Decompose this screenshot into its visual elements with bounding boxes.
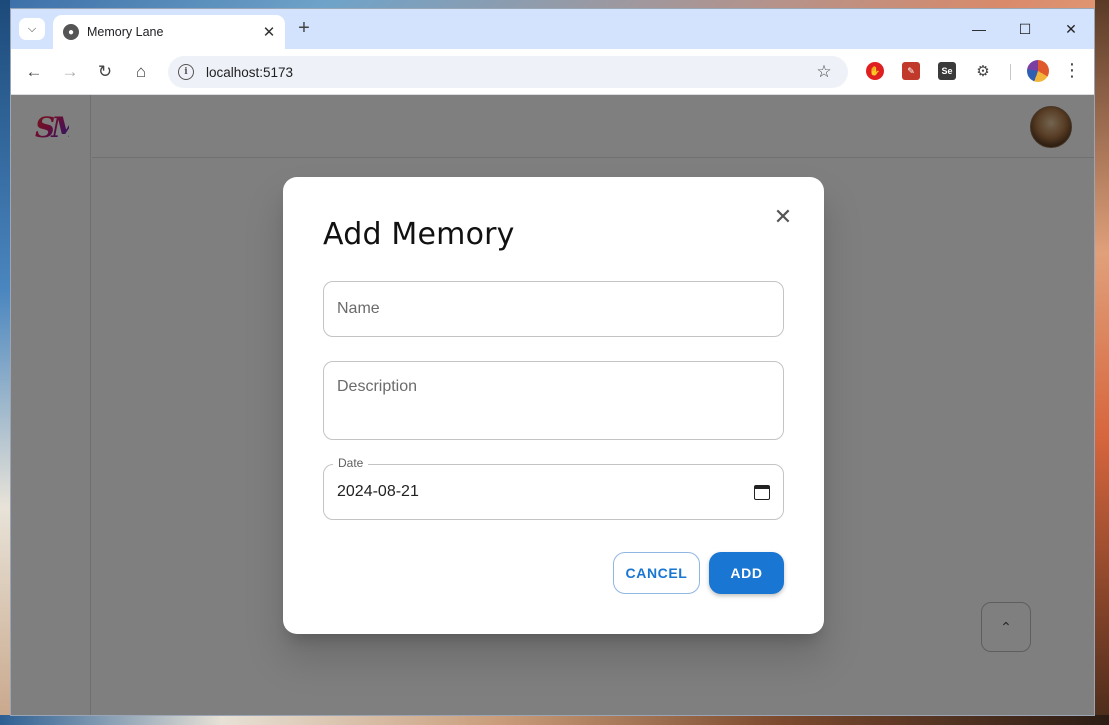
description-field[interactable] xyxy=(323,361,784,440)
clipper-icon[interactable]: ✎ xyxy=(902,62,920,80)
add-memory-dialog: ✕ Add Memory Date 2024-08-21 CANCEL ADD xyxy=(283,177,824,634)
add-button[interactable]: ADD xyxy=(709,552,784,594)
more-menu-icon[interactable]: ⋮ xyxy=(1061,60,1083,84)
back-arrow-icon[interactable]: ← xyxy=(22,60,46,84)
tab-strip: ⌵ ● Memory Lane ✕ + — ☐ ✕ xyxy=(11,9,1094,49)
dialog-actions: CANCEL ADD xyxy=(613,552,784,594)
desktop-wallpaper-right xyxy=(1095,0,1109,725)
description-input[interactable] xyxy=(337,378,770,414)
page-viewport: SM ⌃ ✕ Add Memory Date 2024-08-21 xyxy=(11,95,1094,715)
maximize-icon[interactable]: ☐ xyxy=(1002,9,1048,49)
close-window-icon[interactable]: ✕ xyxy=(1048,9,1094,49)
adblock-icon[interactable]: ✋ xyxy=(866,62,884,80)
puzzle-icon[interactable]: ⚙ xyxy=(974,62,992,80)
close-tab-icon[interactable]: ✕ xyxy=(259,23,279,41)
name-input[interactable] xyxy=(337,300,770,318)
minimize-icon[interactable]: — xyxy=(956,9,1002,49)
home-icon[interactable]: ⌂ xyxy=(129,60,153,84)
forward-arrow-icon[interactable]: → xyxy=(58,60,82,84)
cancel-button[interactable]: CANCEL xyxy=(613,552,700,594)
window-controls: — ☐ ✕ xyxy=(956,9,1094,49)
tab-memory-lane[interactable]: ● Memory Lane ✕ xyxy=(53,15,285,49)
profile-avatar[interactable] xyxy=(1027,60,1049,82)
selenium-icon[interactable]: Se xyxy=(938,62,956,80)
dialog-title: Add Memory xyxy=(323,217,515,252)
desktop-wallpaper-left xyxy=(0,0,10,725)
calendar-icon[interactable] xyxy=(754,484,770,500)
globe-icon: ● xyxy=(63,24,79,40)
close-icon[interactable]: ✕ xyxy=(771,204,795,229)
toolbar-divider xyxy=(1010,64,1011,80)
new-tab-button[interactable]: + xyxy=(293,18,315,40)
browser-window: ⌵ ● Memory Lane ✕ + — ☐ ✕ ← → ↻ ⌂ i loca… xyxy=(10,8,1095,716)
browser-toolbar: ← → ↻ ⌂ i localhost:5173 ☆ ✋ ✎ Se ⚙ ⋮ xyxy=(11,49,1094,95)
reload-icon[interactable]: ↻ xyxy=(93,60,117,84)
date-input[interactable]: 2024-08-21 xyxy=(337,483,754,501)
date-field[interactable]: Date 2024-08-21 xyxy=(323,456,784,520)
info-icon[interactable]: i xyxy=(178,64,194,80)
desktop-wallpaper-bottom xyxy=(0,715,1109,725)
tab-title: Memory Lane xyxy=(87,25,164,39)
chevron-down-icon: ⌵ xyxy=(27,22,37,35)
url-text[interactable]: localhost:5173 xyxy=(206,65,814,80)
bookmark-star-icon[interactable]: ☆ xyxy=(814,62,834,82)
name-field[interactable] xyxy=(323,281,784,337)
address-bar[interactable]: i localhost:5173 ☆ xyxy=(168,56,848,88)
date-label: Date xyxy=(333,456,369,470)
tab-search-button[interactable]: ⌵ xyxy=(19,18,45,40)
